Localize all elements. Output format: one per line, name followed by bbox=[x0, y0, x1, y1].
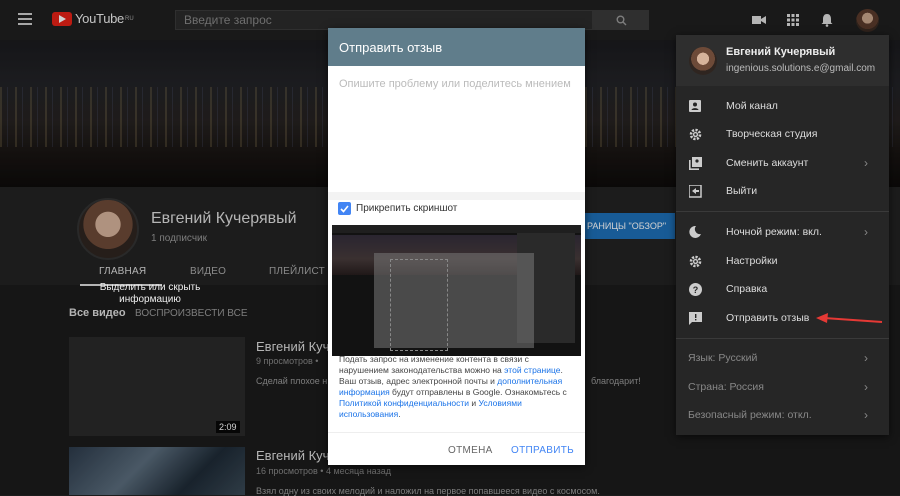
menu-item-label: Творческая студия bbox=[726, 128, 818, 140]
account-box-icon bbox=[688, 99, 702, 113]
chevron-right-icon: › bbox=[864, 225, 868, 239]
video-description: Сделай плохое н bbox=[256, 376, 328, 386]
switch-account-icon bbox=[688, 156, 702, 170]
send-button[interactable]: ОТПРАВИТЬ bbox=[511, 445, 574, 456]
youtube-play-icon bbox=[52, 11, 72, 26]
notifications-bell-icon[interactable] bbox=[819, 12, 835, 28]
menu-item-label: Язык: Русский bbox=[688, 352, 758, 364]
menu-item-label: Выйти bbox=[726, 185, 758, 197]
search-box bbox=[175, 10, 593, 30]
video-title[interactable]: Евгений Куч bbox=[256, 448, 329, 463]
tab-playlists[interactable]: ПЛЕЙЛИСТ bbox=[269, 266, 325, 277]
attach-screenshot-label[interactable]: Прикрепить скриншот bbox=[356, 203, 457, 214]
tab-home[interactable]: ГЛАВНАЯ bbox=[99, 266, 146, 277]
video-meta: 9 просмотров • bbox=[256, 356, 319, 366]
menu-item-label: Мой канал bbox=[726, 100, 778, 112]
section-title: Все видео bbox=[69, 307, 126, 319]
avatar bbox=[689, 47, 717, 75]
video-thumbnail[interactable] bbox=[69, 447, 245, 495]
upload-video-icon[interactable] bbox=[751, 12, 767, 28]
logo-text: YouTube bbox=[75, 11, 124, 26]
play-all-button[interactable]: ВОСПРОИЗВЕСТИ ВСЕ bbox=[135, 308, 248, 319]
moon-icon bbox=[688, 225, 702, 239]
menu-item-creator-studio[interactable]: Творческая студия bbox=[676, 120, 889, 148]
legal-removal-link[interactable]: этой странице bbox=[504, 365, 560, 375]
chevron-right-icon: › bbox=[864, 408, 868, 422]
menu-item-help[interactable]: ? Справка bbox=[676, 275, 889, 303]
apps-grid-icon[interactable] bbox=[785, 12, 801, 28]
chevron-right-icon: › bbox=[864, 351, 868, 365]
channel-overview-button[interactable]: РАНИЦЫ "ОБЗОР" bbox=[585, 213, 675, 239]
annotation-arrow bbox=[816, 313, 883, 323]
feedback-dialog-title: Отправить отзыв bbox=[328, 28, 585, 66]
account-name: Евгений Кучерявый bbox=[726, 46, 836, 58]
menu-item-dark-mode[interactable]: Ночной режим: вкл. › bbox=[676, 218, 889, 246]
search-icon bbox=[616, 15, 626, 25]
checkmark-icon bbox=[340, 204, 349, 213]
video-duration: 2:09 bbox=[216, 421, 240, 433]
menu-item-language[interactable]: Язык: Русский › bbox=[676, 344, 889, 372]
feedback-dialog: Отправить отзыв Прикрепить скриншот Пода… bbox=[328, 28, 585, 465]
account-email: ingenious.solutions.e@gmail.com bbox=[726, 63, 876, 74]
menu-item-label: Настройки bbox=[726, 255, 778, 267]
menu-item-label: Справка bbox=[726, 283, 768, 295]
menu-item-restricted-mode[interactable]: Безопасный режим: откл. › bbox=[676, 401, 889, 429]
menu-item-label: Сменить аккаунт bbox=[726, 157, 809, 169]
menu-item-sign-out[interactable]: Выйти bbox=[676, 177, 889, 205]
gear-icon bbox=[688, 254, 702, 268]
channel-subscriber-count: 1 подписчик bbox=[151, 233, 207, 244]
screenshot-preview[interactable] bbox=[332, 225, 581, 356]
menu-item-label: Отправить отзыв bbox=[726, 312, 810, 324]
dialog-separator bbox=[328, 192, 585, 200]
menu-item-switch-account[interactable]: Сменить аккаунт › bbox=[676, 149, 889, 177]
chevron-right-icon: › bbox=[864, 156, 868, 170]
feedback-text-input[interactable] bbox=[339, 78, 574, 203]
search-input[interactable] bbox=[176, 11, 592, 29]
feedback-legal-text: Подать запрос на изменение контента в св… bbox=[339, 354, 567, 419]
gear-icon bbox=[688, 127, 702, 141]
svg-text:?: ? bbox=[692, 285, 698, 295]
help-icon: ? bbox=[688, 282, 702, 296]
attach-screenshot-checkbox[interactable] bbox=[338, 202, 351, 215]
account-avatar-button[interactable] bbox=[856, 9, 879, 32]
menu-item-label: Ночной режим: вкл. bbox=[726, 226, 822, 238]
menu-icon[interactable] bbox=[18, 13, 32, 28]
account-menu-header: Евгений Кучерявый ingenious.solutions.e@… bbox=[676, 35, 889, 86]
menu-item-label: Безопасный режим: откл. bbox=[688, 409, 812, 421]
channel-name: Евгений Кучерявый bbox=[151, 210, 297, 227]
youtube-logo[interactable]: YouTube RU bbox=[52, 11, 134, 26]
tab-videos[interactable]: ВИДЕО bbox=[190, 266, 226, 277]
search-button[interactable] bbox=[593, 10, 649, 30]
account-menu: Евгений Кучерявый ingenious.solutions.e@… bbox=[676, 35, 889, 435]
privacy-policy-link[interactable]: Политикой конфиденциальности bbox=[339, 398, 469, 408]
video-title[interactable]: Евгений Куч bbox=[256, 339, 329, 354]
channel-avatar[interactable] bbox=[77, 198, 139, 260]
video-description-tail: благодарит! bbox=[591, 376, 641, 386]
screenshot-selection bbox=[390, 259, 448, 351]
screenshot-highlight-hint[interactable]: Выделить или скрыть информацию bbox=[70, 282, 230, 306]
menu-item-my-channel[interactable]: Мой канал bbox=[676, 92, 889, 120]
cancel-button[interactable]: ОТМЕНА bbox=[448, 445, 493, 456]
menu-item-label: Страна: Россия bbox=[688, 381, 764, 393]
logo-region: RU bbox=[125, 15, 134, 22]
video-meta: 16 просмотров • 4 месяца назад bbox=[256, 466, 391, 476]
menu-item-settings[interactable]: Настройки bbox=[676, 247, 889, 275]
chevron-right-icon: › bbox=[864, 380, 868, 394]
menu-item-country[interactable]: Страна: Россия › bbox=[676, 373, 889, 401]
logout-icon bbox=[688, 184, 702, 198]
feedback-icon bbox=[688, 311, 702, 325]
overview-button-label: РАНИЦЫ "ОБЗОР" bbox=[587, 221, 667, 231]
